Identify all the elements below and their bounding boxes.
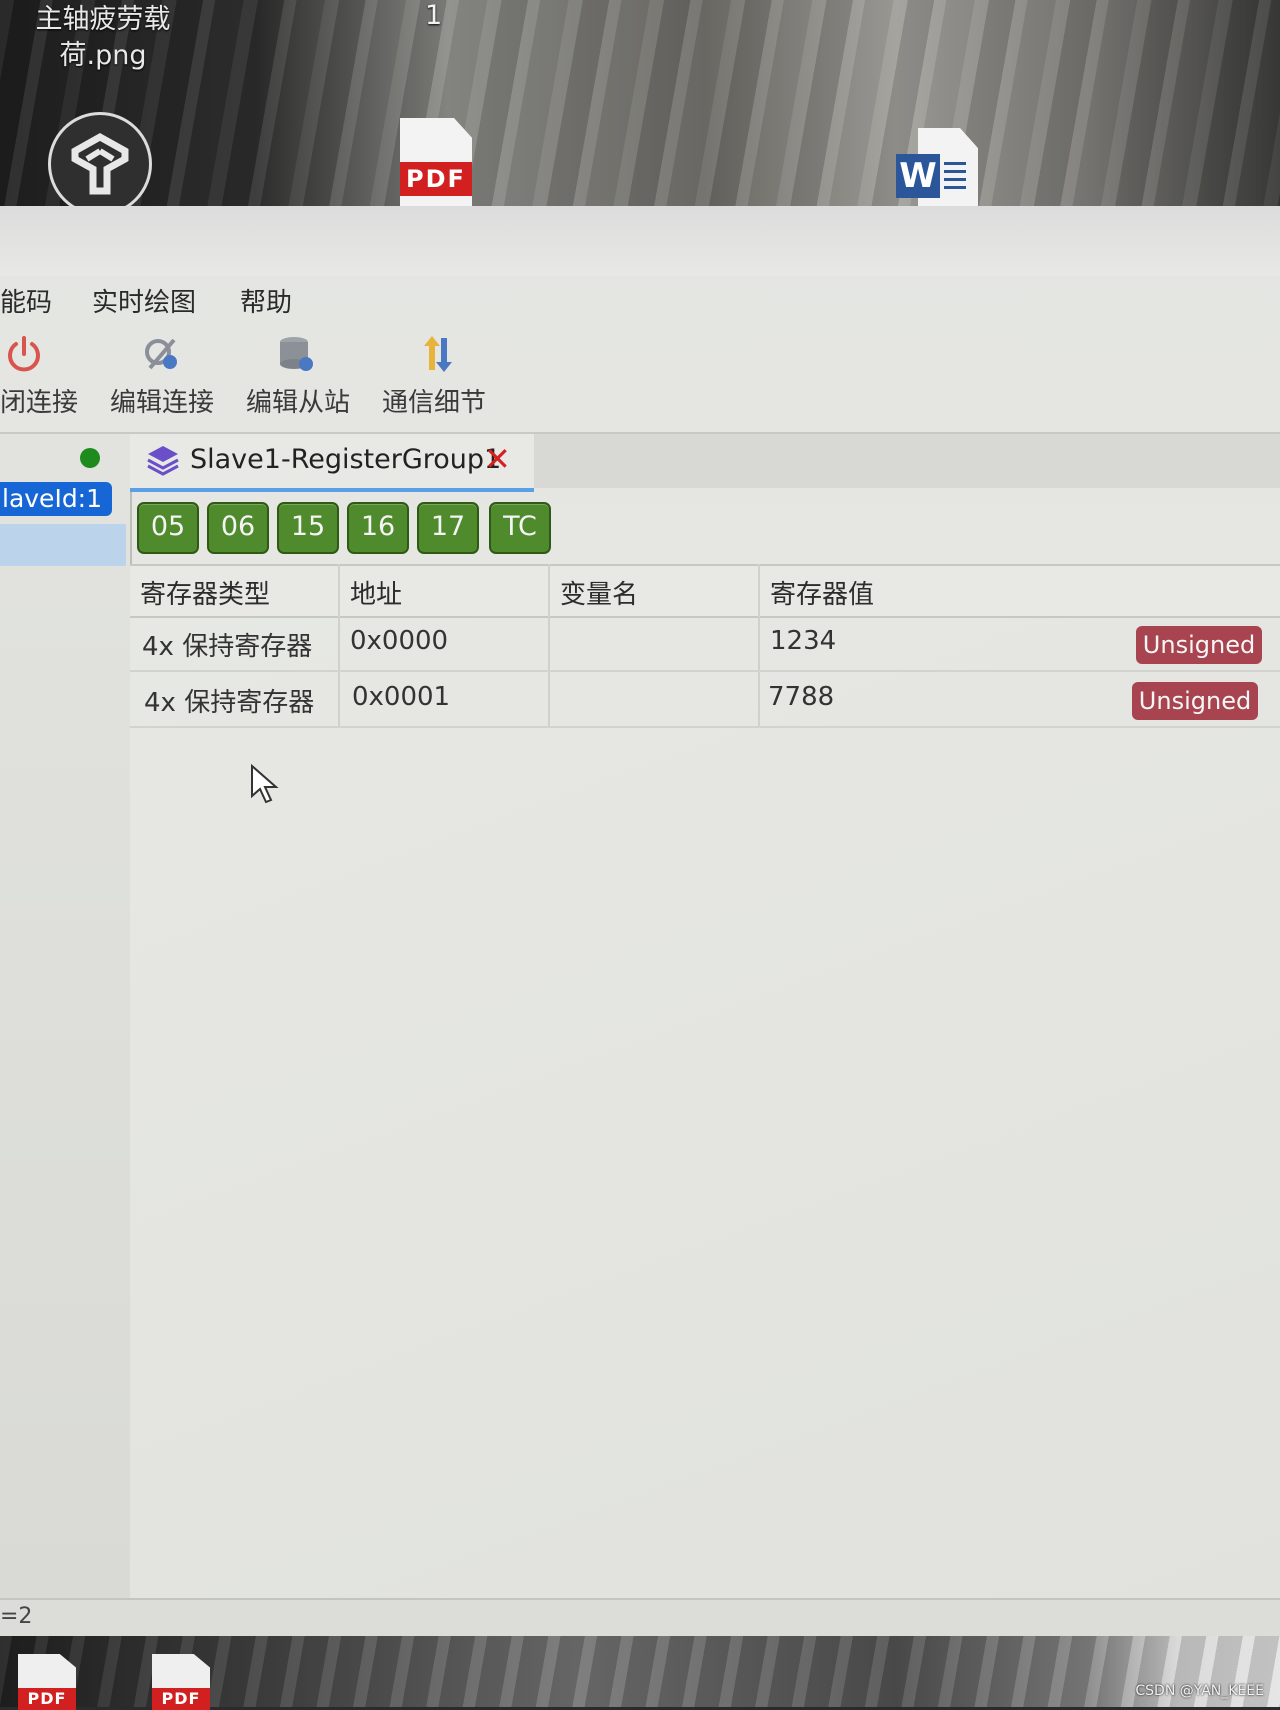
status-bar-text: =2 <box>0 1604 33 1629</box>
edit-slave-button[interactable]: 编辑从站 <box>244 324 362 424</box>
connection-status-dot <box>80 448 100 468</box>
power-icon <box>8 336 40 372</box>
tab-title: Slave1-RegisterGroup1 <box>190 444 502 475</box>
menu-realtime-plot[interactable]: 实时绘图 <box>92 282 196 319</box>
function-code-buttons: 05 06 15 16 17 TC <box>137 502 737 554</box>
traffic-icon <box>424 336 452 372</box>
function-code-button-16[interactable]: 16 <box>347 502 409 554</box>
function-code-button-15[interactable]: 15 <box>277 502 339 554</box>
desktop-background-top: 主轴疲劳载 荷.png 1 PDF W <box>0 0 1280 216</box>
desktop-background-bottom: PDF PDF CSDN @YAN_KEEE <box>0 1636 1280 1710</box>
close-connection-label: 闭连接 <box>0 388 79 418</box>
pdf-icon-label: PDF <box>400 162 472 196</box>
cell-register-type: 4x 保持寄存器 <box>142 632 313 662</box>
close-tab-icon[interactable]: ✕ <box>484 440 511 478</box>
menu-help[interactable]: 帮助 <box>240 282 292 319</box>
table-header-row: 寄存器类型 地址 变量名 寄存器值 <box>130 564 1280 618</box>
edit-connection-label: 编辑连接 <box>110 388 215 418</box>
edit-slave-icon <box>280 337 313 371</box>
format-badge-unsigned[interactable]: Unsigned <box>1132 682 1258 720</box>
table-row[interactable]: 4x 保持寄存器 0x0000 1234 Unsigned <box>130 616 1280 672</box>
cell-address: 0x0000 <box>350 626 449 656</box>
column-header-register-value[interactable]: 寄存器值 <box>770 574 874 611</box>
edit-connection-button[interactable]: 编辑连接 <box>108 324 226 424</box>
column-header-variable-name[interactable]: 变量名 <box>560 574 638 611</box>
cell-address: 0x0001 <box>352 682 451 712</box>
cell-register-value[interactable]: 7788 <box>768 682 834 712</box>
desktop-file-label-line2: 荷.png <box>59 40 147 71</box>
table-row[interactable]: 4x 保持寄存器 0x0001 7788 Unsigned <box>130 672 1280 728</box>
modbus-app-window: 能码 实时绘图 帮助 闭连接 编辑连接 编辑从站 通信细节 laveId:1 S… <box>0 206 1280 1638</box>
word-badge-icon: W <box>896 154 940 198</box>
toolbar: 闭连接 编辑连接 编辑从站 通信细节 <box>0 324 1280 424</box>
column-header-address[interactable]: 地址 <box>350 574 402 611</box>
window-title-strip <box>0 206 1280 276</box>
tree-item-selected-group[interactable] <box>0 524 126 566</box>
edit-slave-label: 编辑从站 <box>246 388 351 418</box>
cell-register-type: 4x 保持寄存器 <box>144 688 315 718</box>
desktop-pdf-file-icon[interactable]: PDF <box>18 1654 76 1710</box>
menu-bar: 能码 实时绘图 帮助 <box>0 278 1280 322</box>
desktop-number-label: 1 <box>425 0 443 31</box>
status-bar: =2 <box>0 1598 1280 1638</box>
desktop-file-label-line1: 主轴疲劳载 <box>35 4 171 35</box>
column-header-register-type[interactable]: 寄存器类型 <box>140 574 270 611</box>
desktop-pdf-file-icon[interactable]: PDF <box>400 118 472 208</box>
function-code-button-06[interactable]: 06 <box>207 502 269 554</box>
function-code-button-tc[interactable]: TC <box>489 502 551 554</box>
document-tab-strip: Slave1-RegisterGroup1 ✕ <box>130 434 1280 492</box>
menu-function-code[interactable]: 能码 <box>0 282 52 319</box>
desktop-file-label[interactable]: 主轴疲劳载 荷.png <box>28 2 178 74</box>
cell-register-value[interactable]: 1234 <box>770 626 836 656</box>
tree-item-slave[interactable]: laveId:1 <box>0 482 113 516</box>
desktop-app-logo-icon[interactable] <box>48 112 152 216</box>
mouse-pointer-icon <box>251 764 279 804</box>
communication-details-button[interactable]: 通信细节 <box>380 324 498 424</box>
app-logo-glyph-icon <box>71 132 129 195</box>
desktop-word-file-icon[interactable]: W <box>896 128 980 214</box>
tab-slave1-registergroup1[interactable]: Slave1-RegisterGroup1 ✕ <box>130 434 534 492</box>
format-badge-unsigned[interactable]: Unsigned <box>1136 626 1262 664</box>
close-connection-button[interactable]: 闭连接 <box>0 324 100 424</box>
register-table: 寄存器类型 地址 变量名 寄存器值 4x 保持寄存器 0x0000 1234 U… <box>130 564 1280 1598</box>
desktop-pdf-file-icon[interactable]: PDF <box>152 1654 210 1710</box>
connection-tree-panel: laveId:1 <box>0 434 132 1598</box>
edit-connection-icon <box>145 338 177 370</box>
function-code-button-05[interactable]: 05 <box>137 502 199 554</box>
watermark-text: CSDN @YAN_KEEE <box>1135 1683 1264 1699</box>
function-code-button-17[interactable]: 17 <box>417 502 479 554</box>
communication-details-label: 通信细节 <box>382 388 487 418</box>
layers-icon <box>147 446 179 476</box>
